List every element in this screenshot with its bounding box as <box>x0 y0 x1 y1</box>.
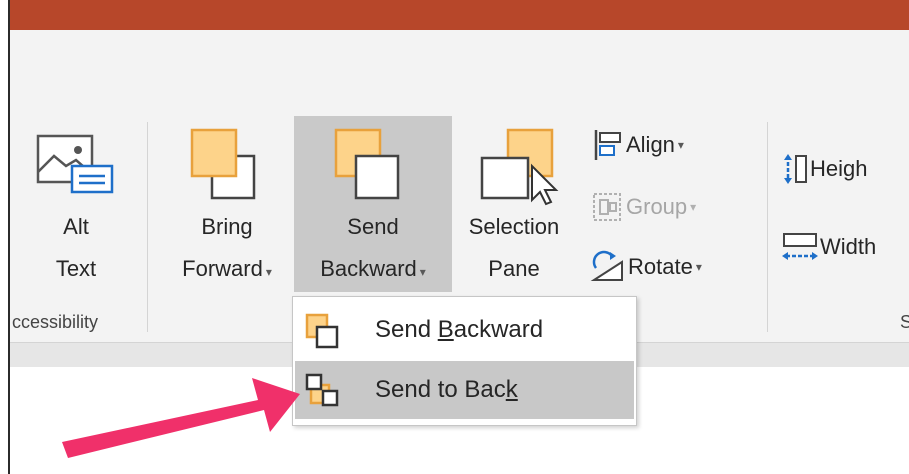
chevron-down-icon: ▾ <box>677 138 684 152</box>
alt-text-button[interactable]: Alt Text <box>14 120 138 296</box>
menu-item-accelerator: k <box>505 376 518 403</box>
group-icon <box>593 193 621 221</box>
accessibility-group-label: ccessibility <box>12 312 99 332</box>
selection-pane-label-1: Selection <box>468 214 560 239</box>
alt-text-label-1: Alt <box>63 214 89 239</box>
send-backward-label-2: Backward <box>320 256 417 281</box>
alt-text-icon <box>36 134 114 194</box>
menu-item-send-to-back-label: Send to Back <box>375 376 518 404</box>
menu-item-send-to-back[interactable]: Send to Back <box>295 361 634 419</box>
menu-item-label-post: ackward <box>453 316 544 343</box>
height-icon <box>784 154 807 184</box>
width-icon <box>782 233 818 260</box>
selection-pane-label-2: Pane <box>488 256 540 281</box>
window-left-edge <box>0 0 8 474</box>
rotate-icon <box>590 250 623 281</box>
group-button[interactable]: Group ▾ <box>590 190 696 224</box>
bring-forward-button[interactable]: Bring Forward ▾ <box>160 120 294 296</box>
chevron-down-icon: ▾ <box>419 265 426 279</box>
title-bar <box>10 0 909 30</box>
rotate-button[interactable]: Rotate ▾ <box>590 250 702 284</box>
align-label: Align <box>626 132 675 157</box>
group-separator <box>767 122 768 332</box>
send-backward-icon <box>305 313 339 349</box>
send-to-back-icon <box>305 373 339 407</box>
selection-pane-button[interactable]: Selection Pane <box>452 120 576 296</box>
bring-forward-icon <box>190 128 256 200</box>
height-label: Heigh <box>810 156 868 181</box>
menu-item-label-pre: Send <box>375 316 438 343</box>
bring-forward-label-1: Bring <box>201 214 253 239</box>
chevron-down-icon: ▾ <box>265 265 272 279</box>
send-backward-dropdown-menu: Send Backward Send to Back <box>292 296 637 426</box>
bring-forward-label-2: Forward <box>182 256 263 281</box>
menu-item-send-backward[interactable]: Send Backward <box>295 301 634 359</box>
chevron-down-icon: ▾ <box>695 260 702 274</box>
send-backward-button[interactable]: Send Backward ▾ <box>294 120 452 296</box>
align-button[interactable]: Align ▾ <box>590 128 684 162</box>
selection-pane-icon <box>480 128 559 206</box>
alt-text-label-2: Text <box>55 256 97 281</box>
group-label: Group <box>626 194 688 219</box>
send-backward-label-2-row: Backward ▾ <box>294 255 452 286</box>
chevron-down-icon: ▾ <box>690 200 697 214</box>
width-label: Width <box>820 234 877 259</box>
rotate-label: Rotate <box>628 254 693 279</box>
send-backward-label-1: Send <box>347 214 399 239</box>
height-field[interactable]: Heigh <box>780 152 867 186</box>
align-left-icon <box>594 130 621 160</box>
group-separator <box>147 122 148 332</box>
send-backward-icon <box>334 128 400 200</box>
width-field[interactable]: Width <box>780 230 876 264</box>
menu-item-accelerator: B <box>437 316 454 343</box>
menu-item-label-pre: Send to Bac <box>375 376 506 403</box>
bring-forward-label-2-row: Forward ▾ <box>160 255 294 286</box>
menu-item-send-backward-label: Send Backward <box>375 316 543 344</box>
size-group-label: S <box>900 312 909 332</box>
